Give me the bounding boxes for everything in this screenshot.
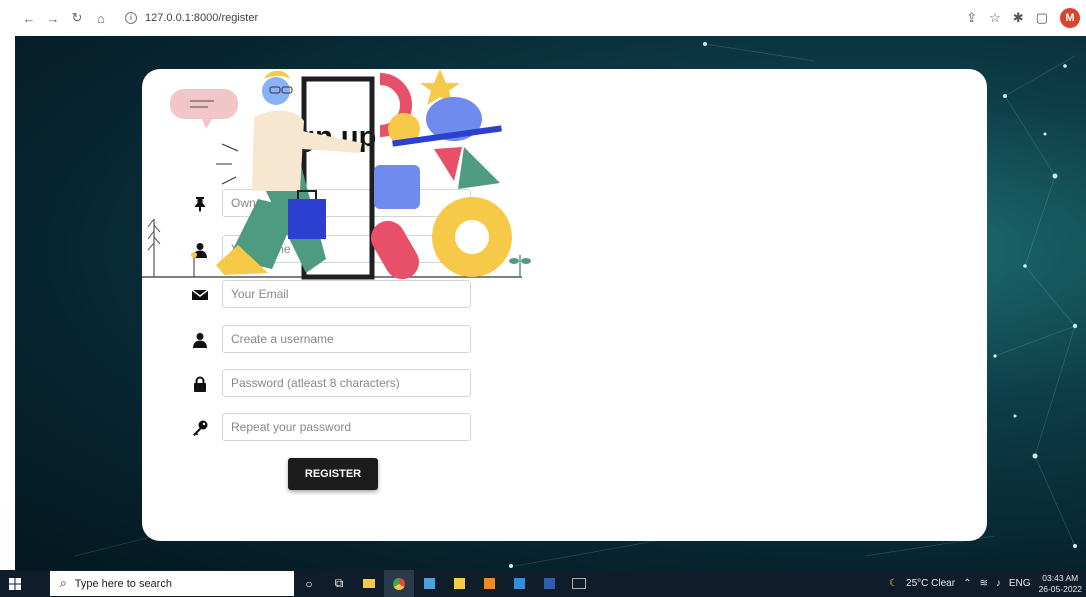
- extensions-icon[interactable]: ✱: [1013, 10, 1024, 26]
- chevron-up-icon[interactable]: ⌃: [963, 578, 971, 589]
- signup-illustration: [142, 69, 531, 280]
- password-row: [192, 369, 474, 399]
- address-bar[interactable]: i 127.0.0.1:8000/register: [125, 12, 258, 24]
- task-view-icon[interactable]: ⧉: [324, 570, 354, 597]
- reload-icon[interactable]: ↻: [67, 10, 87, 26]
- page-background: Sign up: [15, 36, 1086, 570]
- username-row: [192, 325, 474, 355]
- browser-toolbar: ← → ↻ ⌂ i 127.0.0.1:8000/register ⇪ ☆ ✱ …: [15, 0, 1086, 36]
- toolbar-actions: ⇪ ☆ ✱ ▢ M: [966, 8, 1080, 28]
- share-icon[interactable]: ⇪: [966, 10, 977, 26]
- system-tray: ☾ 25°C Clear ⌃ ≋ ♪ ENG 03:43 AM 26-05-20…: [889, 570, 1082, 597]
- register-button[interactable]: REGISTER: [288, 458, 378, 490]
- volume-icon[interactable]: ♪: [996, 578, 1001, 589]
- clock-date: 26-05-2022: [1038, 583, 1082, 594]
- sidebar-icon[interactable]: ▢: [1036, 10, 1048, 26]
- windows-start-button[interactable]: [0, 570, 30, 597]
- key-icon: [193, 420, 208, 436]
- envelope-icon: [192, 289, 208, 300]
- taskbar: ⌕ Type here to search ○ ⧉ ☾ 25°C Clear ⌃…: [0, 570, 1086, 597]
- clock-time: 03:43 AM: [1042, 572, 1079, 583]
- weather-icon: ☾: [889, 578, 899, 589]
- email-row: [192, 280, 474, 310]
- back-icon[interactable]: ←: [19, 11, 39, 26]
- username-input[interactable]: [222, 325, 471, 353]
- star-icon[interactable]: ☆: [989, 10, 1001, 26]
- repeat-password-row: [192, 413, 474, 443]
- word-icon[interactable]: [534, 570, 564, 597]
- network-icon[interactable]: ≋: [979, 578, 987, 589]
- url-text: 127.0.0.1:8000/register: [145, 12, 259, 24]
- weather-text[interactable]: 25°C Clear: [906, 578, 955, 589]
- taskbar-search-placeholder: Type here to search: [74, 577, 172, 590]
- forward-icon[interactable]: →: [43, 11, 63, 26]
- clock[interactable]: 03:43 AM 26-05-2022: [1039, 573, 1082, 595]
- lock-icon: [194, 376, 206, 392]
- windows-icon: [9, 577, 21, 590]
- sublime-icon[interactable]: [474, 570, 504, 597]
- email-input[interactable]: [222, 280, 471, 308]
- user-icon: [193, 333, 207, 348]
- info-icon[interactable]: i: [125, 12, 137, 24]
- store-icon[interactable]: [414, 570, 444, 597]
- vscode-icon[interactable]: [504, 570, 534, 597]
- home-icon[interactable]: ⌂: [91, 11, 111, 26]
- profile-avatar[interactable]: M: [1060, 8, 1080, 28]
- cortana-icon[interactable]: ○: [294, 570, 324, 597]
- signup-card: Sign up: [142, 69, 987, 541]
- left-edge: [0, 0, 18, 570]
- chrome-icon[interactable]: [384, 570, 414, 597]
- search-icon: ⌕: [60, 576, 67, 590]
- password-input[interactable]: [222, 369, 471, 397]
- sticky-notes-icon[interactable]: [444, 570, 474, 597]
- file-explorer-icon[interactable]: [354, 570, 384, 597]
- repeat-password-input[interactable]: [222, 413, 471, 441]
- language-indicator[interactable]: ENG: [1009, 578, 1031, 589]
- taskbar-search[interactable]: ⌕ Type here to search: [50, 571, 294, 596]
- window-app-icon[interactable]: [564, 570, 594, 597]
